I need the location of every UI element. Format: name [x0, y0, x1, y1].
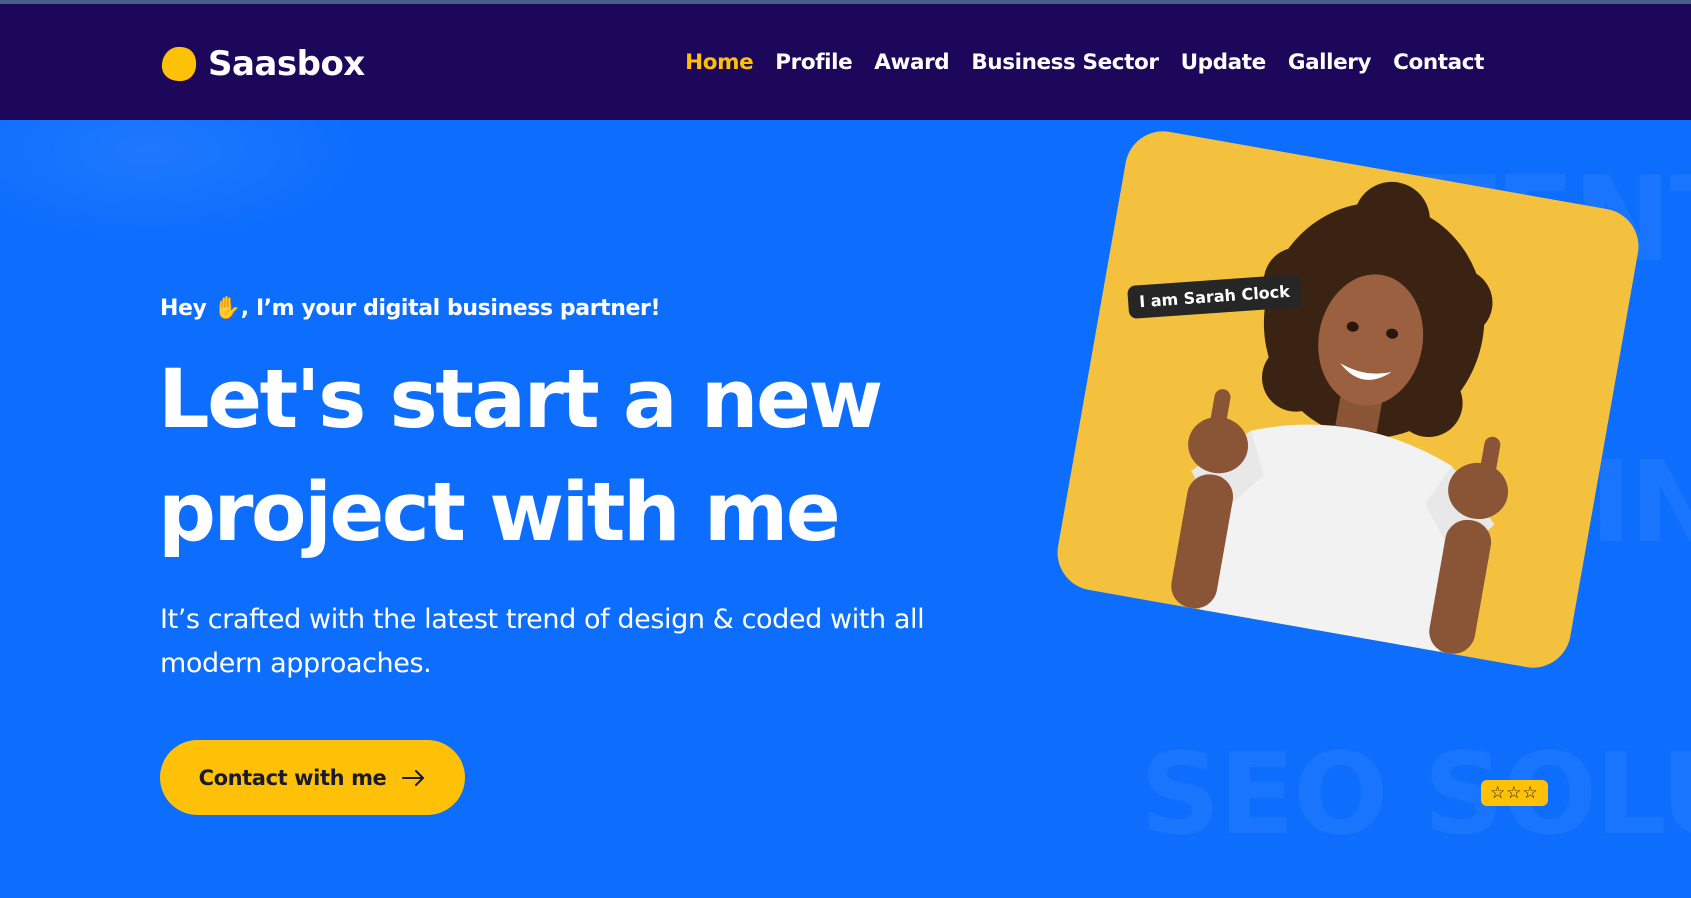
- hero-headline: Let's start a new project with me: [158, 344, 918, 570]
- profile-photo: [1051, 125, 1645, 674]
- top-navbar: Saasbox Home Profile Award Business Sect…: [0, 4, 1691, 120]
- contact-with-me-button[interactable]: Contact with me: [160, 740, 465, 815]
- hero-subtext: It’s crafted with the latest trend of de…: [160, 604, 925, 679]
- nav-item-profile[interactable]: Profile: [775, 50, 852, 75]
- woman-portrait-illustration: [1051, 125, 1645, 674]
- background-word-seo: SEO SOLU: [1140, 730, 1691, 860]
- cta-label: Contact with me: [198, 765, 387, 790]
- headline-line-2: project with me: [158, 466, 841, 560]
- rating-stars: ☆☆☆: [1481, 780, 1548, 806]
- brand-name: Saasbox: [208, 44, 365, 84]
- headline-line-1: Let's start a new: [158, 353, 883, 447]
- nav-item-update[interactable]: Update: [1181, 50, 1267, 75]
- main-nav: Home Profile Award Business Sector Updat…: [685, 50, 1484, 75]
- leaf-blob-icon: [161, 46, 197, 82]
- nav-item-contact[interactable]: Contact: [1393, 50, 1484, 75]
- brand-logo-link[interactable]: Saasbox: [160, 44, 365, 84]
- nav-item-business-sector[interactable]: Business Sector: [971, 50, 1159, 75]
- nav-item-gallery[interactable]: Gallery: [1288, 50, 1372, 75]
- arrow-right-icon: [402, 769, 425, 786]
- background-word-in: IN: [1590, 438, 1691, 568]
- nav-item-award[interactable]: Award: [874, 50, 949, 75]
- hero-glow: [0, 120, 360, 240]
- nav-item-home[interactable]: Home: [685, 50, 754, 75]
- hero-eyebrow: Hey ✋, I’m your digital business partner…: [160, 296, 661, 321]
